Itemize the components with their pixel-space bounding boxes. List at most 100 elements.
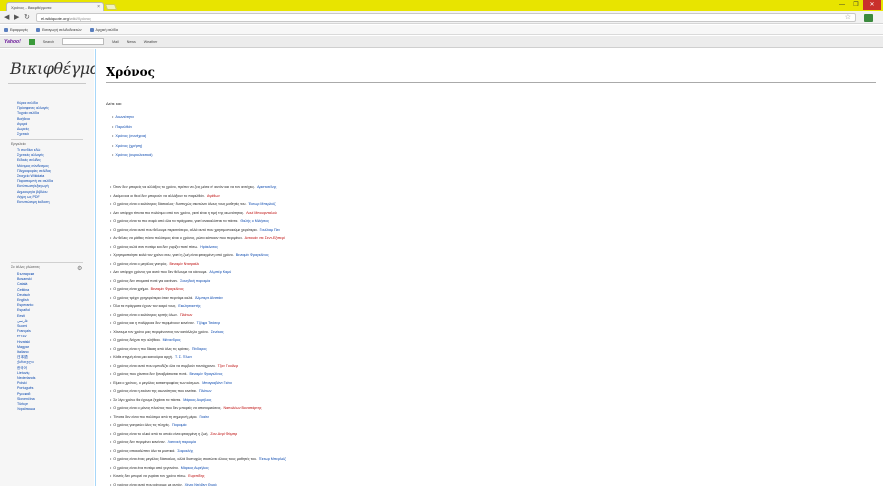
- quote-author-link[interactable]: Μάρκος Αυρήλιος: [183, 398, 211, 402]
- quote-text: Ο χρόνος είναι χρήμα.: [113, 287, 149, 291]
- quote-author-link[interactable]: Σοφοκλής: [177, 449, 193, 453]
- quote-item: Ο χρόνος κυλά σαν ποτάμι και δεν γυρίζει…: [110, 243, 878, 252]
- reload-icon[interactable]: ↻: [24, 14, 30, 21]
- gear-icon[interactable]: ⚙: [77, 265, 82, 272]
- yahoo-search-input[interactable]: [62, 38, 105, 45]
- quote-item: Χρησιμοποίησε καλά τον χρόνο σου, γιατί …: [110, 251, 878, 260]
- quote-text: Ο χρόνος είναι το υλικό από το οποίο είν…: [113, 431, 209, 436]
- quote-author-link[interactable]: Αριστοτέλης: [257, 185, 276, 189]
- sidebar: Βικιφθέγματα Κύρια σελίδα Πρόσφατες αλλαγ…: [0, 49, 119, 486]
- folder-icon: [36, 27, 41, 32]
- quote-text: Κανείς δεν μπορεί να γυρίσει τον χρόνο π…: [113, 474, 187, 478]
- see-also-link[interactable]: Παρελθόν: [112, 123, 152, 133]
- quote-author-link[interactable]: Βενιαμίν Φραγκλίνος: [189, 372, 222, 376]
- quote-text: Όταν δεν μπορείς να αλλάξεις το χρόνο, π…: [113, 185, 256, 189]
- quote-text: Ο χρόνος είναι ο καλύτερος δάσκαλος· δυσ…: [113, 202, 247, 206]
- quote-text: Αν θέλεις να μάθεις πόσο πολύτιμος είναι…: [113, 236, 243, 240]
- sidebar-nav-link[interactable]: Σχετικά: [17, 132, 89, 137]
- quote-author-link[interactable]: Λουί Μπουρνταλού: [246, 211, 277, 215]
- maximize-button[interactable]: ❐: [849, 0, 863, 10]
- quote-author-link[interactable]: Πλάτων: [199, 389, 211, 393]
- bookmark-item[interactable]: Αρχική σελίδα: [89, 27, 118, 32]
- quote-text: Ο χρόνος κυλά σαν ποτάμι και δεν γυρίζει…: [113, 244, 199, 249]
- quote-author-link[interactable]: Τζέφρι Τσόσερ: [197, 321, 220, 325]
- see-also-link[interactable]: Αιωνιότητα: [112, 113, 152, 123]
- quote-text: Ο χρόνος είναι ο μόνος πλούτος που δεν μ…: [113, 406, 222, 410]
- quote-item: Χάνουμε τον χρόνο μας περιμένοντας τον κ…: [110, 328, 878, 337]
- browser-toolbar: ◀ ▶ ↻ el.wikiquote.org/wiki/Χρόνος ☆: [0, 11, 883, 24]
- languages-menu: Български Bosanski Català Čeština Deutsch Eng…: [17, 272, 89, 412]
- quote-author-link[interactable]: Βενιαμίν Φραγκλίνος: [151, 287, 184, 291]
- url-path: /wiki/Χρόνος: [68, 16, 92, 21]
- quote-author-link[interactable]: Παροιμία: [172, 423, 186, 427]
- back-icon[interactable]: ◀: [4, 14, 9, 21]
- quote-author-link[interactable]: Ηράκλειτος: [200, 245, 218, 249]
- quote-text: Χρησιμοποίησε καλά τον χρόνο σου, γιατί …: [113, 253, 234, 257]
- quote-author-link[interactable]: Μάρκος Αυρήλιος: [181, 466, 209, 470]
- main-content: Χρόνος Δείτε και: ΑιωνιότηταΠαρελθόνΧρόν…: [95, 49, 883, 486]
- browser-tab[interactable]: Χρόνος - Βικιφθέγματα ×: [6, 2, 104, 11]
- quote-author-link[interactable]: Πίνδαρος: [192, 347, 207, 351]
- new-tab-button[interactable]: [104, 4, 118, 10]
- forward-icon[interactable]: ▶: [14, 14, 19, 21]
- quote-author-link[interactable]: Ευριπίδης: [188, 474, 204, 478]
- quote-author-link[interactable]: Γουίλιαμ Πεν: [260, 228, 280, 232]
- see-also-link[interactable]: Χρόνος (συνέχεια): [112, 132, 152, 142]
- sidebar-tool-link[interactable]: Εκτυπώσιμη έκδοση: [17, 200, 89, 205]
- quote-author-link[interactable]: Μένανδρος: [163, 338, 181, 342]
- quote-item: Ο χρόνος είναι ένα ποτάμι από γεγονότα.Μ…: [110, 464, 878, 473]
- extension-icon[interactable]: [864, 14, 873, 22]
- quote-author-link[interactable]: Αντουάν ντε Σεντ-Εξιπερί: [245, 236, 285, 240]
- quote-item: Είμαι ο χρόνος, ο μεγάλος καταστροφέας τ…: [110, 379, 878, 388]
- bookmark-item[interactable]: Εφαρμογές: [4, 27, 28, 32]
- quote-author-link[interactable]: Αλμπέρ Καμύ: [209, 270, 231, 274]
- minimize-button[interactable]: —: [835, 0, 849, 10]
- quote-author-link[interactable]: Άλμπερτ Αϊνστάιν: [195, 296, 223, 300]
- quote-author-link[interactable]: Σουηδική παροιμία: [180, 279, 210, 283]
- quote-author-link[interactable]: Ναπολέων Βοναπάρτης: [223, 406, 261, 410]
- quote-author-link[interactable]: Τ. Σ. Έλιοτ: [175, 355, 192, 359]
- quote-text: Τίποτα δεν είναι πιο πολύτιμο από τη σημ…: [113, 414, 198, 419]
- yahoo-item[interactable]: Weather: [144, 40, 158, 44]
- quote-author-link[interactable]: Αγάθων: [207, 194, 220, 198]
- quote-item: Ο χρόνος δείχνει την αλήθεια.Μένανδρος: [110, 336, 878, 345]
- bookmark-star-icon[interactable]: ☆: [845, 14, 851, 22]
- quote-author-link[interactable]: Έκτωρ Μπερλιόζ: [259, 457, 286, 461]
- quote-text: Ο χρόνος είναι το πιο σοφό από όλα τα πρ…: [113, 219, 239, 223]
- quote-author-link[interactable]: Σενέκας: [211, 330, 224, 334]
- quote-author-link[interactable]: Έκτωρ Μπερλιόζ: [249, 202, 276, 206]
- quote-text: Ο χρόνος δεν σταματά ποτέ για κανέναν.: [113, 278, 179, 283]
- quote-text: Ο χρόνος είναι αυτό που εμποδίζει όλα να…: [113, 363, 216, 368]
- close-window-button[interactable]: ✕: [863, 0, 881, 10]
- quote-author-link[interactable]: Γκαίτε: [199, 415, 209, 419]
- yahoo-item[interactable]: Mail: [112, 40, 119, 44]
- quote-author-link[interactable]: Θαλής ο Μιλήσιος: [240, 219, 269, 223]
- quote-author-link[interactable]: Πλάτων: [180, 313, 192, 317]
- quote-text: Ο χρόνος είναι αυτό που κάνουμε με αυτόν…: [113, 482, 183, 486]
- quote-author-link[interactable]: Μπαγκαβάντ Γκίτα: [202, 381, 232, 385]
- language-link[interactable]: Українська: [17, 407, 89, 412]
- see-also-link[interactable]: Χρόνος (κυριολεκτικά): [112, 151, 152, 161]
- apps-icon: [4, 27, 8, 32]
- quote-item: Ο χρόνος είναι ο μεγάλος γιατρός.Βενιαμί…: [110, 260, 878, 269]
- quote-author-link[interactable]: Βενιαμίν Ντισραέλι: [169, 262, 199, 266]
- quote-item: Όλα τα πράγματα έχουν τον καιρό τους.Εκκ…: [110, 302, 878, 311]
- yahoo-item[interactable]: News: [127, 40, 136, 44]
- quote-item: Ο χρόνος αποκαλύπτει όλα τα μυστικά.Σοφο…: [110, 447, 878, 456]
- quote-author-link[interactable]: Εκκλησιαστής: [178, 304, 200, 308]
- quote-author-link[interactable]: Βενιαμίν Φραγκλίνος: [236, 253, 269, 257]
- quote-author-link[interactable]: Λατινική παροιμία: [168, 440, 196, 444]
- address-bar[interactable]: el.wikiquote.org/wiki/Χρόνος ☆: [36, 13, 856, 22]
- quote-author-link[interactable]: Τζον Γουίλερ: [218, 364, 239, 368]
- quote-text: Ο χρόνος είναι ένας μεγάλος δάσκαλος, αλ…: [113, 457, 257, 461]
- bookmark-item[interactable]: Εισαγωγή σελιδοδεικτών: [36, 27, 82, 32]
- quote-text: Ο χρόνος και η παλίρροια δεν περιμένουν …: [113, 321, 195, 325]
- see-also-link[interactable]: Χρόνος (χρήση): [112, 142, 152, 152]
- languages-heading: Σε άλλες γλώσσες: [11, 265, 40, 269]
- yahoo-logo[interactable]: Yahoo!: [4, 39, 21, 45]
- tab-close-icon[interactable]: ×: [97, 4, 100, 10]
- quote-author-link[interactable]: Χένρι Ντέιβιντ Θορό: [185, 483, 217, 486]
- quote-text: Ο χρόνος που χάνεται δεν ξαναβρίσκεται π…: [113, 372, 188, 376]
- quote-author-link[interactable]: Ζαν-Ανρί Φάμπρ: [210, 432, 237, 436]
- yahoo-square-icon: [28, 38, 35, 45]
